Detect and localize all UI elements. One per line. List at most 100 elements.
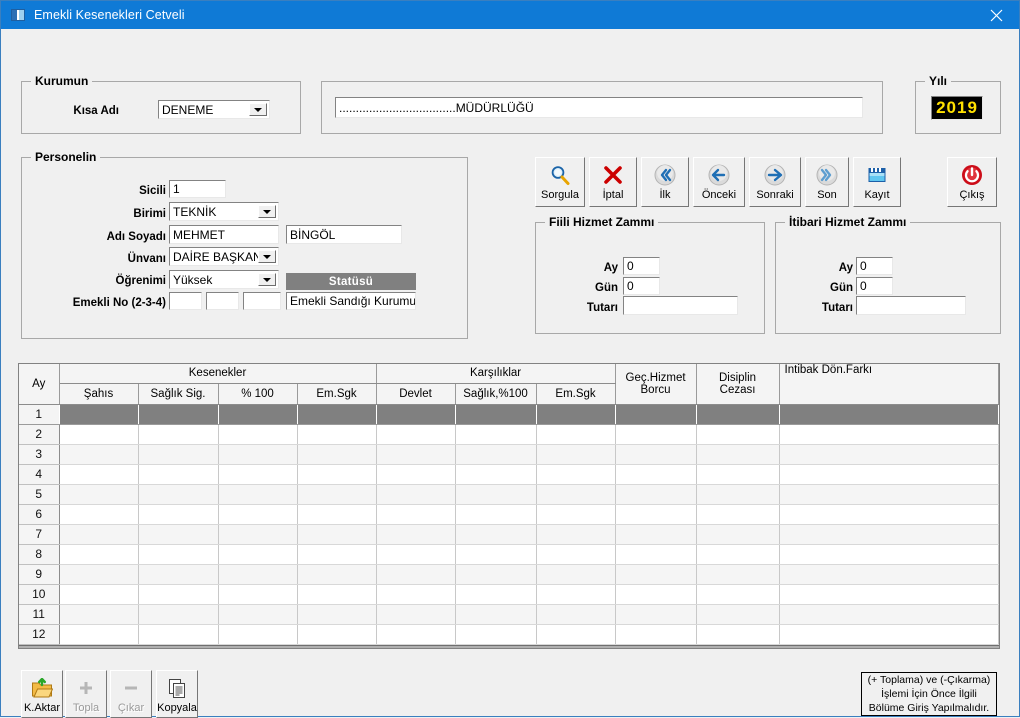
table-cell[interactable] bbox=[536, 424, 616, 445]
table-cell[interactable] bbox=[59, 404, 139, 425]
table-cell[interactable] bbox=[455, 524, 537, 545]
table-cell[interactable] bbox=[779, 544, 999, 565]
table-cell[interactable] bbox=[138, 624, 219, 645]
emekli-no-input-3[interactable] bbox=[243, 292, 281, 310]
table-cell[interactable] bbox=[59, 544, 139, 565]
fiili-tutari-input[interactable] bbox=[623, 296, 738, 315]
table-row[interactable]: 1 bbox=[19, 404, 999, 425]
cikar-button[interactable]: Çıkar bbox=[110, 670, 152, 718]
table-cell[interactable] bbox=[536, 444, 616, 465]
table-cell[interactable] bbox=[536, 464, 616, 485]
row-header-ay[interactable]: 4 bbox=[19, 464, 60, 485]
table-cell[interactable] bbox=[297, 424, 377, 445]
table-cell[interactable] bbox=[297, 484, 377, 505]
row-header-ay[interactable]: 3 bbox=[19, 444, 60, 465]
table-cell[interactable] bbox=[696, 544, 780, 565]
col-group-kesenekler[interactable]: Kesenekler bbox=[58, 364, 377, 384]
statusu-value[interactable]: Emekli Sandığı Kurumu bbox=[286, 292, 416, 310]
table-cell[interactable] bbox=[218, 564, 298, 585]
table-cell[interactable] bbox=[615, 464, 697, 485]
table-cell[interactable] bbox=[696, 424, 780, 445]
table-cell[interactable] bbox=[455, 444, 537, 465]
soyad-input[interactable]: BİNGÖL bbox=[286, 225, 402, 244]
table-cell[interactable] bbox=[615, 444, 697, 465]
table-cell[interactable] bbox=[536, 584, 616, 605]
table-cell[interactable] bbox=[615, 624, 697, 645]
table-cell[interactable] bbox=[218, 464, 298, 485]
table-cell[interactable] bbox=[696, 604, 780, 625]
table-cell[interactable] bbox=[218, 624, 298, 645]
table-cell[interactable] bbox=[59, 584, 139, 605]
table-cell[interactable] bbox=[218, 604, 298, 625]
fiili-ay-input[interactable]: 0 bbox=[623, 257, 660, 275]
table-cell[interactable] bbox=[696, 504, 780, 525]
table-row[interactable]: 9 bbox=[19, 564, 999, 585]
table-cell[interactable] bbox=[297, 524, 377, 545]
table-cell[interactable] bbox=[536, 524, 616, 545]
itibari-ay-input[interactable]: 0 bbox=[856, 257, 893, 275]
table-cell[interactable] bbox=[615, 424, 697, 445]
row-header-ay[interactable]: 12 bbox=[19, 624, 60, 645]
table-cell[interactable] bbox=[455, 604, 537, 625]
onceki-button[interactable]: Önceki bbox=[693, 157, 745, 207]
fiili-gun-input[interactable]: 0 bbox=[623, 277, 660, 295]
table-cell[interactable] bbox=[536, 544, 616, 565]
col-devlet[interactable]: Devlet bbox=[375, 383, 456, 405]
row-header-ay[interactable]: 2 bbox=[19, 424, 60, 445]
table-cell[interactable] bbox=[696, 564, 780, 585]
table-cell[interactable] bbox=[59, 444, 139, 465]
table-cell[interactable] bbox=[297, 444, 377, 465]
birimi-combo[interactable]: TEKNİK bbox=[169, 202, 279, 221]
table-cell[interactable] bbox=[696, 584, 780, 605]
table-cell[interactable] bbox=[455, 484, 537, 505]
table-cell[interactable] bbox=[536, 564, 616, 585]
table-cell[interactable] bbox=[455, 424, 537, 445]
col-yuzde-100[interactable]: % 100 bbox=[218, 383, 298, 405]
table-row[interactable]: 7 bbox=[19, 524, 999, 545]
table-cell[interactable] bbox=[536, 484, 616, 505]
table-cell[interactable] bbox=[455, 624, 537, 645]
table-cell[interactable] bbox=[376, 604, 456, 625]
row-header-ay[interactable]: 11 bbox=[19, 604, 60, 625]
col-saglik-sig[interactable]: Sağlık Sig. bbox=[138, 383, 219, 405]
table-cell[interactable] bbox=[297, 564, 377, 585]
table-cell[interactable] bbox=[59, 424, 139, 445]
table-cell[interactable] bbox=[59, 564, 139, 585]
table-row[interactable]: 8 bbox=[19, 544, 999, 565]
table-row[interactable]: 12 bbox=[19, 624, 999, 645]
table-row[interactable]: 2 bbox=[19, 424, 999, 445]
row-header-ay[interactable]: 8 bbox=[19, 544, 60, 565]
row-header-ay[interactable]: 7 bbox=[19, 524, 60, 545]
cikis-button[interactable]: Çıkış bbox=[947, 157, 997, 207]
table-cell[interactable] bbox=[138, 444, 219, 465]
table-cell[interactable] bbox=[59, 464, 139, 485]
table-cell[interactable] bbox=[218, 444, 298, 465]
table-cell[interactable] bbox=[376, 564, 456, 585]
kopyala-button[interactable]: Kopyala bbox=[156, 670, 198, 718]
table-cell[interactable] bbox=[138, 404, 219, 425]
table-cell[interactable] bbox=[138, 564, 219, 585]
sicili-input[interactable]: 1 bbox=[169, 180, 226, 198]
table-cell[interactable] bbox=[297, 624, 377, 645]
yili-value[interactable]: 2019 bbox=[931, 96, 983, 120]
table-cell[interactable] bbox=[779, 444, 999, 465]
table-cell[interactable] bbox=[138, 464, 219, 485]
ad-input[interactable]: MEHMET bbox=[169, 225, 279, 244]
table-cell[interactable] bbox=[218, 584, 298, 605]
emekli-no-input-1[interactable] bbox=[169, 292, 202, 310]
table-cell[interactable] bbox=[138, 584, 219, 605]
table-cell[interactable] bbox=[138, 484, 219, 505]
col-em-sgk-2[interactable]: Em.Sgk bbox=[536, 383, 616, 405]
table-cell[interactable] bbox=[615, 524, 697, 545]
kaktar-button[interactable]: K.Aktar bbox=[21, 670, 63, 718]
table-cell[interactable] bbox=[779, 424, 999, 445]
table-row[interactable]: 11 bbox=[19, 604, 999, 625]
table-cell[interactable] bbox=[138, 524, 219, 545]
table-cell[interactable] bbox=[376, 484, 456, 505]
table-cell[interactable] bbox=[297, 464, 377, 485]
table-cell[interactable] bbox=[218, 484, 298, 505]
table-cell[interactable] bbox=[218, 404, 298, 425]
table-cell[interactable] bbox=[779, 564, 999, 585]
table-cell[interactable] bbox=[218, 544, 298, 565]
table-cell[interactable] bbox=[536, 404, 616, 425]
